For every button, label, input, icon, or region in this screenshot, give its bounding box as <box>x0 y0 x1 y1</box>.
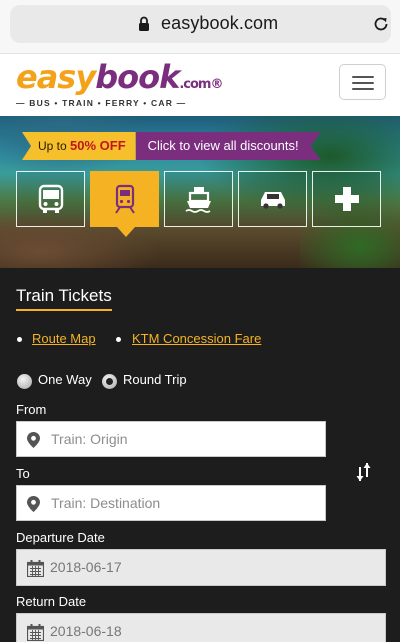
tab-car[interactable] <box>238 171 307 227</box>
tab-ferry[interactable] <box>164 171 233 227</box>
logo-com: .com® <box>179 77 223 92</box>
round-trip-label[interactable]: Round Trip <box>123 372 187 387</box>
browser-toolbar: easybook.com <box>0 0 400 54</box>
logo-tagline: — BUS • TRAIN • FERRY • CAR — <box>16 98 187 108</box>
origin-placeholder: Train: Origin <box>51 431 128 447</box>
destination-placeholder: Train: Destination <box>51 495 161 511</box>
calendar-icon <box>27 624 44 641</box>
ferry-icon <box>185 187 211 213</box>
train-icon <box>114 184 135 214</box>
swap-stations-icon[interactable] <box>356 462 372 482</box>
departure-date-input[interactable]: 2018-06-17 <box>16 549 386 586</box>
one-way-radio[interactable] <box>17 374 32 389</box>
url-text[interactable]: easybook.com <box>161 13 278 34</box>
lock-icon <box>139 16 149 31</box>
map-pin-icon <box>27 432 40 448</box>
plus-icon <box>334 187 359 211</box>
reload-icon[interactable] <box>372 15 390 33</box>
tab-train[interactable] <box>90 171 159 237</box>
tab-more[interactable] <box>312 171 381 227</box>
return-date-value: 2018-06-18 <box>50 623 122 639</box>
logo-easy: easy <box>16 58 96 96</box>
one-way-label[interactable]: One Way <box>38 372 92 387</box>
discount-badge[interactable]: Up to 50% OFF <box>22 132 136 160</box>
view-discounts-link[interactable]: Click to view all discounts! <box>136 132 321 160</box>
booking-panel: Train Tickets Route Map KTM Concession F… <box>0 268 400 642</box>
address-bar[interactable]: easybook.com <box>10 5 391 43</box>
hamburger-menu-button[interactable] <box>339 64 386 100</box>
discount-banner[interactable]: Up to 50% OFF Click to view all discount… <box>22 132 321 160</box>
bus-icon <box>38 184 63 213</box>
calendar-icon <box>27 560 44 577</box>
tab-bus[interactable] <box>16 171 85 227</box>
discount-highlight: 50% OFF <box>70 138 126 153</box>
to-label: To <box>16 466 30 481</box>
departure-date-value: 2018-06-17 <box>50 559 122 575</box>
site-header: easybook.com® — BUS • TRAIN • FERRY • CA… <box>0 54 400 116</box>
logo-book: book <box>95 58 180 96</box>
destination-input[interactable]: Train: Destination <box>16 485 326 521</box>
departure-date-label: Departure Date <box>16 530 105 545</box>
return-date-label: Return Date <box>16 594 87 609</box>
hamburger-icon <box>352 76 374 78</box>
return-date-input[interactable]: 2018-06-18 <box>16 613 386 642</box>
map-pin-icon <box>27 496 40 512</box>
hero-banner: Up to 50% OFF Click to view all discount… <box>0 116 400 268</box>
from-label: From <box>16 402 47 417</box>
car-icon <box>260 192 285 209</box>
route-map-link[interactable]: Route Map <box>32 331 96 346</box>
easybook-logo[interactable]: easybook.com® — BUS • TRAIN • FERRY • CA… <box>16 58 246 110</box>
round-trip-radio[interactable] <box>102 374 117 389</box>
origin-input[interactable]: Train: Origin <box>16 421 326 457</box>
panel-title: Train Tickets <box>16 286 112 311</box>
ktm-concession-link[interactable]: KTM Concession Fare <box>132 331 261 346</box>
